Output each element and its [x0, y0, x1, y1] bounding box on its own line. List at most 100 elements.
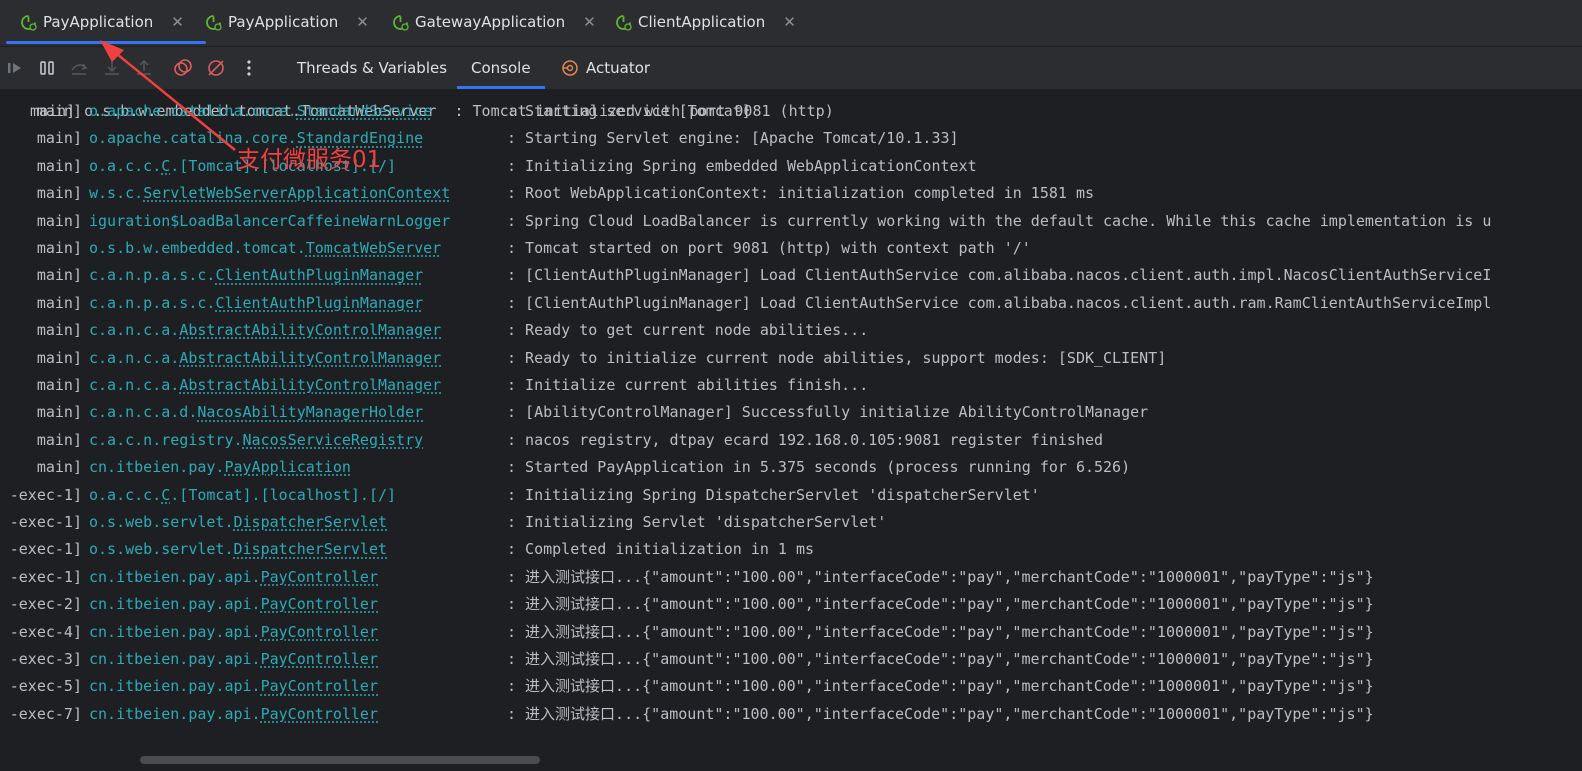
log-thread: main] [36, 239, 82, 257]
logger-class-link[interactable]: C [161, 157, 170, 175]
console-output[interactable]: main] o.s.b.w.embedded.tomcat.TomcatWebS… [0, 89, 1582, 771]
logger-package: c.a.c.n.registry. [89, 430, 243, 449]
log-logger[interactable]: c.a.n.c.a.AbstractAbilityControlManager [89, 347, 441, 369]
log-logger[interactable]: o.s.b.w.embedded.tomcat.TomcatWebServer [89, 237, 441, 259]
pause-icon[interactable] [37, 58, 57, 78]
log-thread: main] [36, 266, 82, 285]
logger-package: cn.itbeien.pay.api. [89, 567, 261, 586]
log-thread: main] [36, 321, 82, 340]
tab-label: ClientApplication [638, 13, 766, 31]
logger-package: c.a.n.c.a.d. [89, 403, 198, 422]
logger-package: cn.itbeien.pay.api. [89, 677, 261, 696]
spring-boot-run-icon [21, 14, 37, 31]
tab-gatewayapplication[interactable]: GatewayApplication ✕ [392, 0, 596, 44]
close-icon[interactable]: ✕ [171, 13, 184, 31]
tab-label: PayApplication [228, 13, 339, 31]
logger-class-link[interactable]: PayController [261, 650, 378, 668]
logger-class-link[interactable]: ClientAuthPluginManager [215, 266, 423, 284]
log-message: : Ready to get current node abilities... [507, 321, 869, 340]
log-logger[interactable]: cn.itbeien.pay.api.PayController [89, 703, 378, 725]
spring-boot-run-icon [206, 14, 222, 31]
log-message: : Initializing Servlet 'dispatcherServle… [507, 513, 887, 531]
log-logger[interactable]: cn.itbeien.pay.api.PayController [89, 621, 378, 643]
log-message: : 进入测试接口...{"amount":"100.00","interface… [507, 622, 1374, 641]
logger-class-link[interactable]: PayApplication [224, 458, 350, 476]
more-icon[interactable] [239, 58, 259, 78]
step-out-icon[interactable] [134, 58, 154, 78]
logger-package: o.s.b.w.embedded.tomcat. [89, 239, 306, 257]
log-thread: -exec-1] [9, 567, 82, 586]
log-thread: -exec-3] [9, 650, 82, 668]
log-logger[interactable]: cn.itbeien.pay.api.PayController [89, 593, 378, 615]
logger-package: iguration$LoadBalancerCaffeineWarnLogger [89, 211, 451, 230]
logger-class-link[interactable]: ServletWebServerApplicationContext [143, 184, 450, 202]
tab-clientapplication[interactable]: ClientApplication ✕ [615, 0, 796, 44]
logger-package: o.a.c.c. [89, 485, 162, 504]
log-logger[interactable]: c.a.c.n.registry.NacosServiceRegistry [89, 429, 423, 451]
log-message: : Initializing Spring DispatcherServlet … [507, 485, 1040, 504]
log-message: : nacos registry, dtpay ecard 192.168.0.… [507, 430, 1104, 449]
log-message: : Spring Cloud LoadBalancer is currently… [507, 211, 1492, 230]
logger-class-link[interactable]: AbstractAbilityControlManager [179, 349, 441, 367]
logger-class-link[interactable]: TomcatWebServer [306, 239, 441, 257]
tab-actuator[interactable]: Actuator [560, 47, 650, 89]
log-logger[interactable]: c.a.n.p.a.s.c.ClientAuthPluginManager [89, 264, 423, 286]
logger-package: c.a.n.c.a. [89, 376, 180, 394]
horizontal-scrollbar[interactable] [140, 756, 540, 764]
log-logger[interactable]: cn.itbeien.pay.api.PayController [89, 675, 378, 697]
logger-package: c.a.n.c.a. [89, 321, 180, 340]
logger-class-link[interactable]: PayController [261, 623, 378, 641]
log-thread: main] [36, 293, 82, 312]
log-logger[interactable]: o.apache.catalina.core.StandardService [89, 100, 432, 122]
log-logger[interactable]: c.a.n.p.a.s.c.ClientAuthPluginManager [89, 292, 423, 314]
log-message: : Tomcat started on port 9081 (http) wit… [507, 239, 1031, 257]
mute-breakpoints-icon[interactable] [206, 58, 226, 78]
logger-class-link[interactable]: PayController [261, 595, 378, 613]
log-logger[interactable]: c.a.n.c.a.AbstractAbilityControlManager [89, 319, 441, 341]
logger-class-link[interactable]: NacosAbilityManagerHolder [197, 403, 423, 421]
log-thread: main] [36, 458, 82, 477]
annotation-label: 支付微服务01 [237, 147, 382, 173]
log-logger[interactable]: cn.itbeien.pay.api.PayController [89, 566, 378, 588]
logger-class-link[interactable]: PayController [261, 568, 378, 586]
log-logger[interactable]: cn.itbeien.pay.api.PayController [89, 648, 378, 670]
close-icon[interactable]: ✕ [783, 13, 796, 31]
step-into-icon[interactable] [102, 58, 122, 78]
log-logger[interactable]: c.a.n.c.a.d.NacosAbilityManagerHolder [89, 401, 423, 423]
logger-package: cn.itbeien.pay.api. [89, 622, 261, 641]
logger-class-link[interactable]: AbstractAbilityControlManager [179, 321, 441, 339]
logger-class-link[interactable]: NacosServiceRegistry [243, 431, 424, 449]
logger-class-link[interactable]: DispatcherServlet [234, 540, 388, 558]
logger-package: c.a.n.p.a.s.c. [89, 266, 216, 285]
logger-package: o.apache.catalina.core. [89, 102, 297, 120]
logger-package: c.a.n.p.a.s.c. [89, 293, 216, 312]
log-thread: main] [36, 376, 82, 394]
tab-payapplication-2[interactable]: PayApplication ✕ [205, 0, 369, 44]
step-over-icon[interactable] [69, 58, 89, 78]
tab-console[interactable]: Console [457, 47, 544, 89]
log-logger[interactable]: o.a.c.c.C.[Tomcat].[localhost].[/] [89, 484, 396, 506]
close-icon[interactable]: ✕ [583, 13, 596, 31]
log-logger[interactable]: cn.itbeien.pay.PayApplication [89, 456, 351, 478]
log-message: : [AbilityControlManager] Successfully i… [507, 403, 1149, 422]
log-logger[interactable]: o.s.web.servlet.DispatcherServlet [89, 538, 387, 560]
logger-class-link[interactable]: ClientAuthPluginManager [215, 294, 423, 312]
log-message: : 进入测试接口...{"amount":"100.00","interface… [507, 704, 1374, 723]
logger-class-link[interactable]: AbstractAbilityControlManager [179, 376, 441, 394]
logger-class-link[interactable]: PayController [261, 705, 378, 723]
resume-icon[interactable] [5, 58, 25, 78]
logger-class-link[interactable]: StandardService [297, 102, 432, 120]
log-logger[interactable]: c.a.n.c.a.AbstractAbilityControlManager [89, 374, 441, 396]
log-logger[interactable]: w.s.c.ServletWebServerApplicationContext [89, 182, 450, 204]
tab-label: PayApplication [43, 13, 154, 31]
view-breakpoints-icon[interactable] [173, 58, 193, 78]
log-logger[interactable]: iguration$LoadBalancerCaffeineWarnLogger [89, 210, 450, 232]
log-message: : Started PayApplication in 5.375 second… [507, 458, 1131, 477]
tab-threads-variables[interactable]: Threads & Variables [297, 47, 447, 89]
logger-class-link[interactable]: C [161, 486, 170, 504]
log-logger[interactable]: o.s.web.servlet.DispatcherServlet [89, 511, 387, 533]
logger-class-link[interactable]: PayController [261, 677, 378, 695]
close-icon[interactable]: ✕ [356, 13, 369, 31]
logger-class-link[interactable]: DispatcherServlet [234, 513, 388, 531]
tab-payapplication-1[interactable]: PayApplication ✕ [6, 0, 206, 44]
